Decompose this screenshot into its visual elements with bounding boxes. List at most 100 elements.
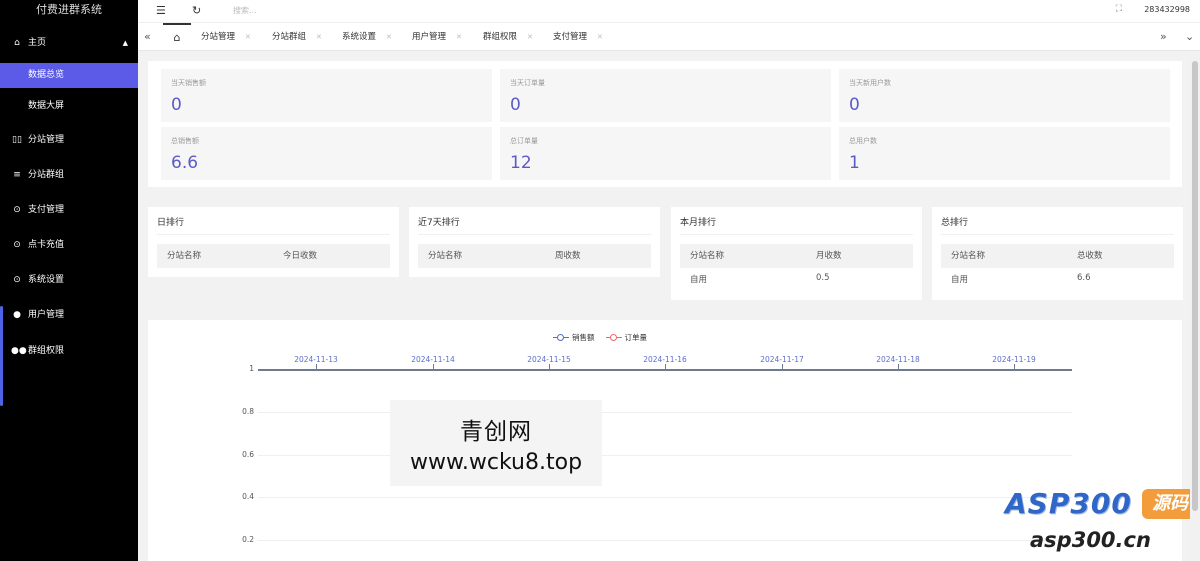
tab-branch-groups[interactable]: 分站群组 ✕ <box>272 23 322 51</box>
tabs-scroll-left-icon[interactable]: « <box>144 30 151 43</box>
stat-label: 总销售额 <box>171 137 199 145</box>
x-axis-line <box>258 369 1072 371</box>
tab-payment[interactable]: 支付管理 ✕ <box>553 23 603 51</box>
legend-item-sales[interactable]: 销售额 <box>552 332 594 343</box>
column-header: 今日收数 <box>283 251 318 261</box>
close-icon[interactable]: ✕ <box>527 33 533 41</box>
stat-card: 总订单量 12 <box>500 127 831 180</box>
sidebar-item-users[interactable]: ● 用户管理 <box>0 301 138 329</box>
topbar: ☰ ↻ 搜索... ⛶ 283432998 <box>138 0 1200 22</box>
y-tick-label: 1 <box>249 364 254 373</box>
divider <box>418 234 651 235</box>
user-icon: ● <box>13 310 21 320</box>
grid-line <box>258 497 1072 498</box>
columns-icon: ▯▯ <box>12 135 22 145</box>
divider <box>680 234 913 235</box>
x-tick <box>1014 364 1015 369</box>
close-icon[interactable]: ✕ <box>456 33 462 41</box>
stat-label: 当天销售额 <box>171 79 206 87</box>
x-tick <box>433 364 434 369</box>
fullscreen-icon[interactable]: ⛶ <box>1116 4 1122 14</box>
stat-card: 总销售额 6.6 <box>161 127 492 180</box>
card-title: 总排行 <box>941 218 969 228</box>
sidebar-item-label: 分站群组 <box>28 170 65 180</box>
close-icon[interactable]: ✕ <box>386 33 392 41</box>
stat-value: 1 <box>849 153 860 173</box>
card-title: 近7天排行 <box>418 218 460 228</box>
sidebar-item-branch-manage[interactable]: ▯▯ 分站管理 <box>0 126 138 154</box>
stat-value: 0 <box>510 95 521 115</box>
refresh-icon[interactable]: ↻ <box>192 4 201 17</box>
sidebar-item-home[interactable]: ⌂ 主页 ▲ <box>0 29 138 57</box>
tab-group-permissions[interactable]: 群组权限 ✕ <box>483 23 533 51</box>
tab-settings[interactable]: 系统设置 ✕ <box>342 23 392 51</box>
close-icon[interactable]: ✕ <box>316 33 322 41</box>
legend-marker <box>605 333 622 341</box>
stat-label: 当天新用户数 <box>849 79 891 87</box>
sidebar-item-payment[interactable]: ⊙ 支付管理 <box>0 196 138 224</box>
tab-label: 分站管理 <box>201 32 236 42</box>
home-icon: ⌂ <box>173 31 181 44</box>
shield-check-icon: ⊙ <box>13 275 21 285</box>
tab-users[interactable]: 用户管理 ✕ <box>412 23 462 51</box>
ranking-card-daily: 日排行 分站名称 今日收数 <box>148 207 399 277</box>
tab-home[interactable]: ⌂ <box>163 23 191 51</box>
watermark-url: www.wcku8.top <box>409 450 583 475</box>
close-icon[interactable]: ✕ <box>597 33 603 41</box>
y-tick-label: 0.6 <box>242 450 254 459</box>
tab-label: 用户管理 <box>412 32 447 42</box>
sidebar-item-label: 用户管理 <box>28 310 65 320</box>
sidebar-item-label: 支付管理 <box>28 205 65 215</box>
ranking-card-total: 总排行 分站名称 总收数 自用 6.6 <box>932 207 1183 300</box>
ranking-card-weekly: 近7天排行 分站名称 周收数 <box>409 207 660 277</box>
card-title: 日排行 <box>157 218 185 228</box>
x-tick-label: 2024-11-13 <box>294 355 338 364</box>
x-tick-label: 2024-11-18 <box>876 355 920 364</box>
search-input[interactable]: 搜索... <box>233 5 257 16</box>
home-icon: ⌂ <box>14 38 20 48</box>
stat-card: 当天销售额 0 <box>161 69 492 122</box>
x-tick <box>898 364 899 369</box>
x-tick-label: 2024-11-15 <box>527 355 571 364</box>
tab-label: 支付管理 <box>553 32 588 42</box>
column-header: 分站名称 <box>951 251 986 261</box>
logo-text: ASP300 <box>1005 487 1132 520</box>
sidebar-item-label: 主页 <box>28 38 47 48</box>
y-tick-label: 0.8 <box>242 407 254 416</box>
close-icon[interactable]: ✕ <box>245 33 251 41</box>
x-tick <box>665 364 666 369</box>
stat-card: 当天订单量 0 <box>500 69 831 122</box>
tab-label: 系统设置 <box>342 32 377 42</box>
tabs-scroll-right-icon[interactable]: » <box>1160 30 1167 43</box>
sidebar-item-label: 点卡充值 <box>28 240 65 250</box>
scrollbar-thumb[interactable] <box>1192 61 1198 511</box>
legend-item-orders[interactable]: 订单量 <box>605 332 647 343</box>
x-tick <box>316 364 317 369</box>
user-account[interactable]: 283432998 <box>1144 5 1190 14</box>
logo-url: asp300.cn <box>1030 528 1151 552</box>
shield-check-icon: ⊙ <box>13 240 21 250</box>
sidebar-item-card-recharge[interactable]: ⊙ 点卡充值 <box>0 231 138 259</box>
caret-up-icon: ▲ <box>122 39 128 47</box>
chevron-down-icon[interactable]: ⌄ <box>1185 30 1194 43</box>
sliders-icon: ≡ <box>13 170 21 180</box>
table-cell: 6.6 <box>1077 273 1091 283</box>
sidebar-item-branch-groups[interactable]: ≡ 分站群组 <box>0 161 138 189</box>
divider <box>157 234 390 235</box>
sidebar-subitem-data-screen[interactable]: 数据大屏 <box>0 94 138 119</box>
sidebar-item-settings[interactable]: ⊙ 系统设置 <box>0 266 138 294</box>
sidebar-subitem-data-overview[interactable]: 数据总览 <box>0 63 138 88</box>
shield-check-icon: ⊙ <box>13 205 21 215</box>
tab-branch-manage[interactable]: 分站管理 ✕ <box>201 23 251 51</box>
scrollbar[interactable] <box>1190 51 1200 561</box>
table-header: 分站名称 今日收数 <box>157 244 390 268</box>
stat-value: 0 <box>849 95 860 115</box>
x-tick-label: 2024-11-19 <box>992 355 1036 364</box>
column-header: 周收数 <box>555 251 581 261</box>
menu-toggle-icon[interactable]: ☰ <box>156 4 166 17</box>
table-header: 分站名称 月收数 <box>680 244 913 268</box>
grid-line <box>258 455 1072 456</box>
table-cell: 自用 <box>951 275 969 285</box>
tab-bar: « ⌂ 分站管理 ✕ 分站群组 ✕ 系统设置 ✕ 用户管理 ✕ 群组权限 ✕ 支付管理 ✕ … <box>138 22 1200 51</box>
stat-label: 总用户数 <box>849 137 877 145</box>
